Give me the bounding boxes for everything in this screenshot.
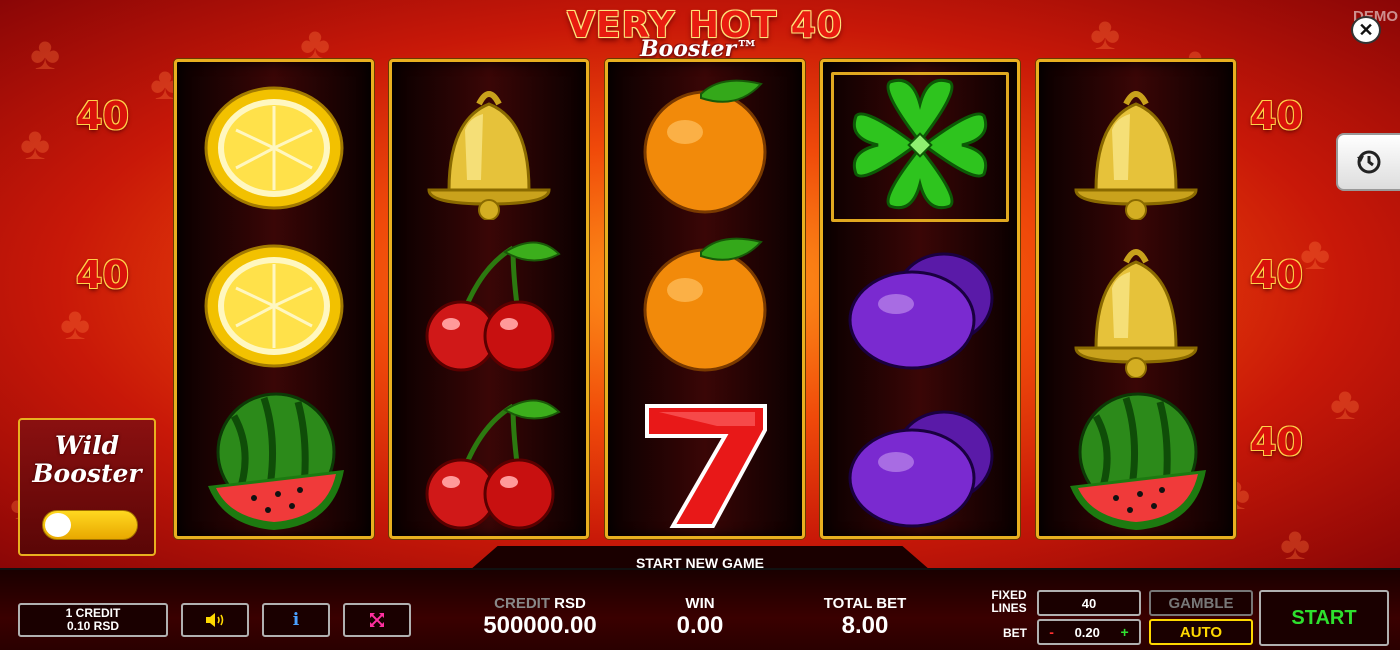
auto-button[interactable]: AUTO: [1149, 619, 1253, 645]
win-label: WIN: [685, 595, 715, 612]
lines-value: 40: [1037, 590, 1141, 616]
reel-2: [389, 59, 589, 539]
clover-symbol: [823, 66, 1017, 224]
background-clover: ♣: [30, 27, 61, 79]
bell-symbol: [1039, 224, 1233, 382]
win-display: WIN 0.00: [650, 596, 750, 640]
fullscreen-icon: [370, 613, 384, 627]
bell-icon: [1074, 249, 1198, 378]
lemon-icon: [204, 86, 344, 210]
wild-booster-title-line1: Wild: [54, 431, 120, 460]
total-bet-value: 8.00: [841, 612, 889, 639]
orange-icon: [643, 237, 767, 372]
message-bar: START NEW GAME: [470, 546, 930, 570]
toggle-knob: [45, 513, 71, 537]
orange-symbol: [608, 66, 802, 224]
reel-4: [820, 59, 1020, 539]
close-icon: ✕: [1358, 19, 1374, 40]
wild-booster-title-line2: Booster: [32, 459, 142, 488]
background-clover: ♣: [1280, 517, 1311, 568]
wild-booster-title: Wild Booster: [20, 432, 154, 488]
background-clover: ♣: [20, 117, 51, 169]
plum-symbol: [823, 382, 1017, 540]
payline-left-2: 40: [76, 253, 129, 297]
reel-5: [1036, 59, 1236, 539]
bet-control: - 0.20 +: [1037, 619, 1141, 645]
history-button[interactable]: [1336, 133, 1400, 191]
close-button[interactable]: ✕: [1351, 16, 1381, 44]
start-button[interactable]: START: [1259, 590, 1389, 646]
cherry-icon: [425, 399, 561, 530]
lemon-symbol: [177, 224, 371, 382]
background-clover: ♣: [1330, 377, 1361, 429]
plum-symbol: [823, 224, 1017, 382]
bell-symbol: [1039, 66, 1233, 224]
bet-increase-button[interactable]: +: [1121, 624, 1129, 640]
credit-label-text: CREDIT: [494, 595, 550, 612]
watermelon-icon: [208, 392, 344, 530]
watermelon-symbol: [1039, 382, 1233, 540]
cherry-symbol: [392, 382, 586, 540]
info-icon: i: [292, 610, 300, 630]
background-clover: ♣: [1090, 7, 1121, 59]
win-value: 0.00: [676, 612, 724, 639]
credit-value: 500000.00: [483, 612, 597, 639]
game-area: ♣♣♣♣♣♣♣♣♣♣♣♣ VERY HOT 40 Booster™ DEMO ✕…: [0, 0, 1400, 568]
lemon-symbol: [177, 66, 371, 224]
orange-symbol: [608, 224, 802, 382]
payline-left-1: 40: [76, 94, 129, 138]
credit-label: CREDIT RSD: [460, 596, 620, 612]
speaker-icon: [206, 613, 224, 627]
credit-denom-line2: 0.10 RSD: [66, 619, 120, 633]
seven-symbol: [608, 382, 802, 540]
watermelon-icon: [1070, 392, 1206, 530]
total-bet-display: TOTAL BET 8.00: [800, 596, 930, 640]
seven-icon: [645, 404, 767, 528]
bet-decrease-button[interactable]: -: [1049, 624, 1054, 640]
info-button[interactable]: i: [262, 603, 330, 637]
reel-1: [174, 59, 374, 539]
credit-currency: RSD: [554, 595, 586, 612]
plum-icon: [848, 410, 994, 528]
bet-value: 0.20: [1074, 624, 1100, 640]
credit-display: CREDIT RSD 500000.00: [460, 596, 620, 640]
orange-icon: [643, 79, 767, 214]
bell-icon: [1074, 91, 1198, 220]
credit-denomination-button[interactable]: 1 CREDIT 0.10 RSD: [18, 603, 168, 637]
plum-icon: [848, 252, 994, 370]
watermelon-symbol: [177, 382, 371, 540]
bell-symbol: [392, 66, 586, 224]
sound-button[interactable]: [181, 603, 249, 637]
bet-label: BET: [1003, 626, 1027, 640]
lemon-icon: [204, 244, 344, 368]
payline-right-1: 40: [1250, 94, 1303, 138]
cherry-symbol: [392, 224, 586, 382]
fixed-lines-label: FIXED LINES: [975, 589, 1043, 615]
payline-right-3: 40: [1250, 420, 1303, 464]
background-clover: ♣: [60, 297, 91, 349]
gamble-button[interactable]: GAMBLE: [1149, 590, 1253, 616]
fullscreen-button[interactable]: [343, 603, 411, 637]
wild-booster-panel: Wild Booster: [18, 418, 156, 556]
payline-right-2: 40: [1250, 253, 1303, 297]
history-icon: [1357, 150, 1381, 174]
cherry-icon: [425, 241, 561, 372]
fixed-lines-label-2: LINES: [991, 601, 1027, 615]
clover-icon: [852, 78, 988, 210]
control-bar: 1 CREDIT 0.10 RSD i CREDIT RSD 500000.00…: [0, 568, 1400, 650]
game-logo: VERY HOT 40 Booster™: [540, 6, 870, 66]
bell-icon: [427, 91, 551, 220]
reel-3: [605, 59, 805, 539]
wild-booster-toggle[interactable]: [42, 510, 138, 540]
background-clover: ♣: [1300, 227, 1331, 279]
total-bet-label: TOTAL BET: [823, 595, 907, 612]
